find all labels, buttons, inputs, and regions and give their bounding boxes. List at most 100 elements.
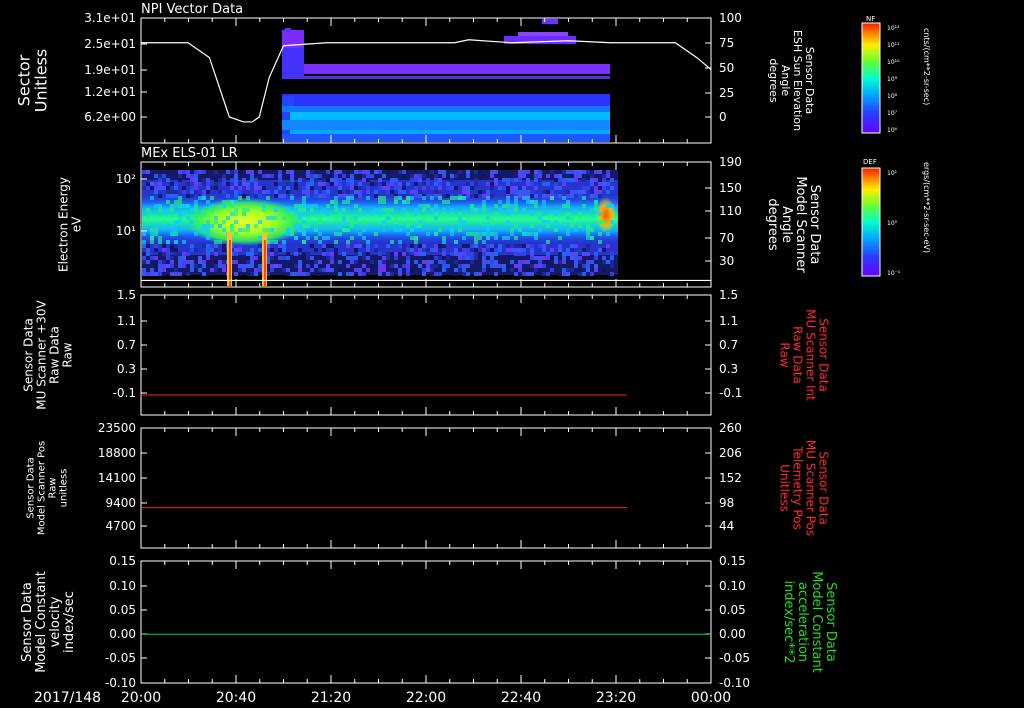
p1-y2tick-label: 50 [719, 61, 734, 75]
p1-y2tick-label: 25 [719, 86, 734, 100]
plot-canvas: NPI Vector Data MEx ELS-01 LR 3.1e+01 2.5… [15, 2, 932, 706]
p3-frame [140, 294, 712, 416]
p5-y2tick-label: 0.05 [719, 603, 746, 617]
p5-y2tick-label: 0.00 [719, 627, 746, 641]
date-label: 2017/148 [34, 690, 101, 706]
p1-ytick-label: 1.9e+01 [84, 63, 136, 77]
p1-ytick-label: 1.2e+01 [84, 85, 136, 99]
p4-ylabel-line: Model Scanner Pos [37, 441, 48, 535]
panel1-title: NPI Vector Data [141, 2, 243, 17]
p3-y2label-line: Raw [778, 342, 792, 367]
colorbar-def-tick: 10⁻¹ [887, 270, 901, 277]
colorbar-nf-title: NF [866, 15, 875, 23]
p5-ylabel-line: Model Constant [34, 571, 49, 673]
p5-ylabel-line: velocity [48, 596, 63, 647]
p4-ytick-label: 9400 [105, 496, 136, 510]
colorbar-nf-tick: 10¹² [887, 25, 900, 32]
colorbar-nf: NF 10¹² 10¹¹ 10¹⁰ 10⁹ 10⁸ 10⁷ 10⁶ cnts/(cm**2-… [861, 15, 931, 134]
p5-y2tick-label: 0.10 [719, 579, 746, 593]
p4-ylabel-line: unitless [59, 469, 70, 508]
p1-ytick-label: 2.5e+01 [84, 37, 136, 51]
p2-y2label-line: Model Scanner [793, 176, 808, 273]
p2-y2label-line: degrees [765, 198, 780, 251]
colorbar-nf-tick: 10⁹ [887, 76, 898, 83]
p3-axes: 1.5 1.1 0.7 0.3 -0.1 1.5 1.1 0.7 0.3 -0.1 [113, 288, 742, 416]
p5-ytick-label: -0.10 [105, 676, 136, 690]
p4-y2label-line: Unitless [778, 464, 792, 512]
p4-y2label-line: MU Scanner Pos [804, 440, 818, 536]
npi-spectrogram [282, 19, 610, 142]
p5-ytick-label: -0.05 [105, 651, 136, 665]
colorbar-def-tick: 10⁰ [887, 220, 898, 227]
colorbar-def: DEF 10¹ 10⁰ 10⁻¹ ergs/(cm**2-sr-sec-eV) [861, 158, 931, 277]
p2-ylabel-line: Electron Energy [57, 177, 71, 272]
p4-y2tick-label: 206 [719, 446, 742, 460]
p3-y2tick-label: 0.7 [719, 338, 738, 352]
p3-ylabel-line: Raw Data [48, 326, 62, 384]
time-tick-label: 20:00 [121, 690, 161, 706]
p2-ytick-label: 10¹ [116, 224, 136, 238]
colorbar-def-tick: 10¹ [887, 170, 898, 177]
p4-y2label-line: Telemetry Pos [791, 445, 805, 529]
p4-axes: 23500 18800 14100 9400 4700 260 206 152 98 44 [98, 421, 742, 549]
p1-y2label-line: degrees [767, 58, 780, 103]
p4-ytick-label: 4700 [105, 519, 136, 533]
p3-ytick-label: 1.5 [117, 288, 136, 302]
p1-ytick-label: 3.1e+01 [84, 11, 136, 25]
p4-ytick-label: 18800 [98, 446, 136, 460]
p5-ylabel-line: index/sec [62, 591, 77, 653]
p5-axes: 0.15 0.10 0.05 0.00 -0.05 -0.10 0.15 0.10 0.05 0.… [105, 554, 750, 690]
colorbar-nf-units: cnts/(cm**2-sr-sec) [922, 28, 931, 105]
colorbar-def-units: ergs/(cm**2-sr-sec-eV) [922, 162, 931, 253]
colorbar-nf-tick: 10¹¹ [887, 42, 900, 49]
p4-y2tick-label: 260 [719, 421, 742, 435]
time-axis: 20:00 20:40 21:20 22:00 22:40 23:20 00:00 [121, 690, 731, 706]
p3-ytick-label: 1.1 [117, 314, 136, 328]
time-tick-label: 20:40 [216, 690, 256, 706]
p5-y2tick-label: -0.10 [719, 676, 750, 690]
p3-ytick-label: -0.1 [113, 386, 136, 400]
p2-y2tick-label: 150 [719, 181, 742, 195]
p4-ylabel-line: Sensor Data [26, 457, 37, 518]
colorbar-nf-tick: 10⁸ [887, 93, 898, 100]
p4-y2label-line: Sensor Data [817, 451, 831, 525]
p1-ylabel-line: Unitless [32, 49, 51, 113]
p5-y2label-line: Sensor Data [823, 582, 838, 662]
p1-y2tick-label: 100 [719, 11, 742, 25]
p4-ytick-label: 14100 [98, 471, 136, 485]
p2-ytick-label: 10² [116, 172, 136, 186]
p3-ytick-label: 0.7 [117, 338, 136, 352]
p3-y2tick-label: 1.1 [719, 314, 738, 328]
p5-y2label-line: Model Constant [809, 571, 824, 673]
p5-frame [140, 560, 712, 684]
p5-ytick-label: 0.00 [109, 627, 136, 641]
p3-y2tick-label: 1.5 [719, 288, 738, 302]
p3-ytick-label: 0.3 [117, 362, 136, 376]
p1-y2tick-label: 0 [719, 110, 727, 124]
p2-y2tick-label: 30 [719, 254, 734, 268]
p5-ylabel-line: Sensor Data [20, 582, 35, 662]
p4-y2tick-label: 44 [719, 519, 734, 533]
p3-y2label-line: Sensor Data [817, 318, 831, 392]
p3-y2tick-label: 0.3 [719, 362, 738, 376]
time-tick-label: 23:20 [596, 690, 636, 706]
p5-y2label-line: acceleration [795, 582, 810, 662]
p3-ylabel-line: Raw [61, 342, 75, 367]
colorbar-nf-tick: 10⁷ [887, 110, 898, 117]
p4-y2tick-label: 152 [719, 471, 742, 485]
p5-ytick-label: 0.15 [109, 554, 136, 568]
p5-y2tick-label: 0.15 [719, 554, 746, 568]
p3-y2label-line: MU Scanner Int [804, 309, 818, 401]
p1-ytick-label: 6.2e+00 [84, 110, 136, 124]
p2-y2tick-label: 190 [719, 155, 742, 169]
p3-ylabel-line: Sensor Data [22, 318, 36, 392]
time-tick-label: 22:00 [406, 690, 446, 706]
p4-ylabel-line: Raw [48, 477, 59, 498]
colorbar-nf-tick: 10⁶ [887, 127, 898, 134]
time-tick-label: 22:40 [501, 690, 541, 706]
panel2-title: MEx ELS-01 LR [141, 146, 238, 161]
time-tick-label: 00:00 [691, 690, 731, 706]
colorbar-def-title: DEF [863, 158, 877, 166]
p5-ytick-label: 0.05 [109, 603, 136, 617]
p5-ytick-label: 0.10 [109, 579, 136, 593]
